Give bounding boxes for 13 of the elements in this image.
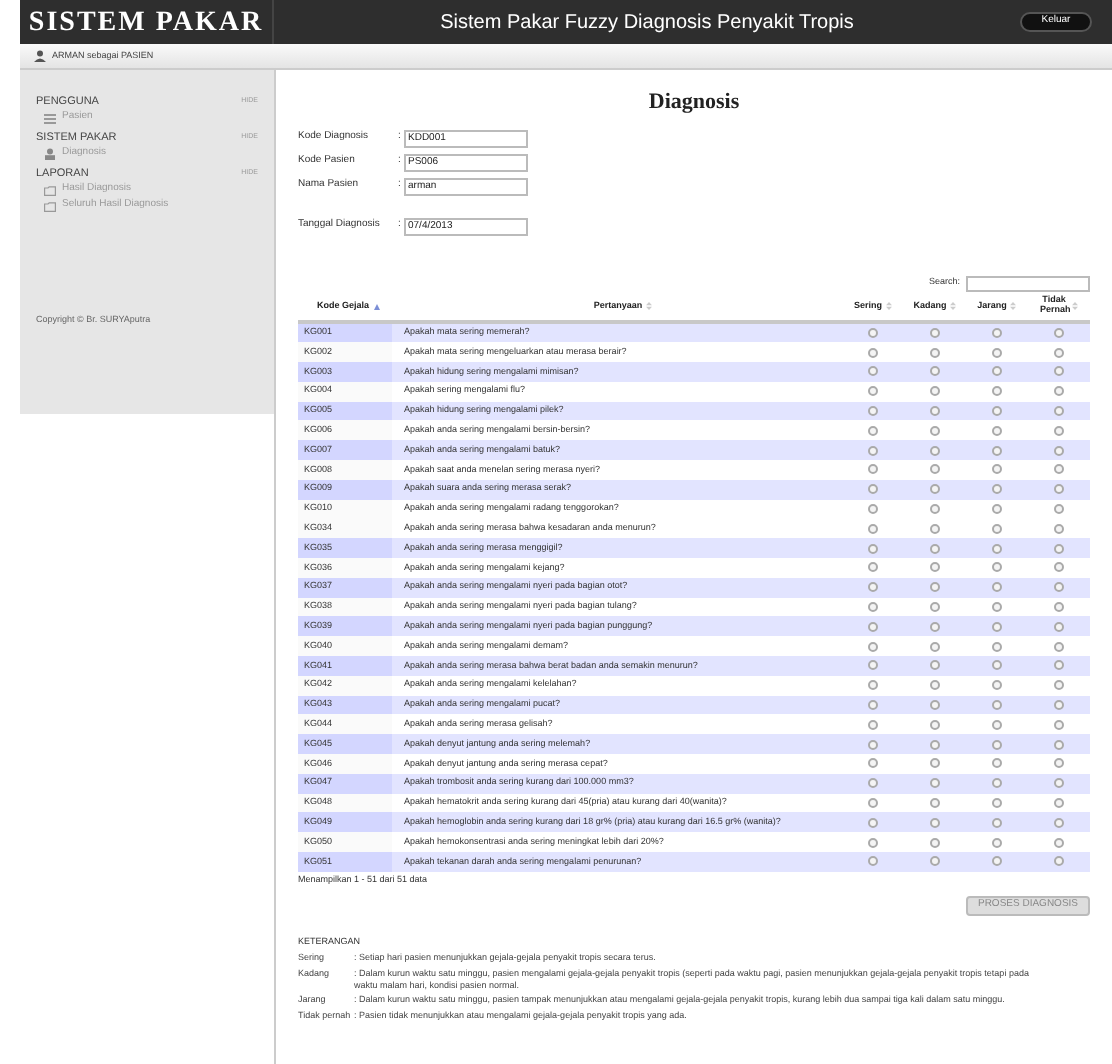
- sort-icon: [1010, 302, 1017, 310]
- sort-icon: [950, 302, 957, 310]
- app-title: Sistem Pakar Fuzzy Diagnosis Penyakit Tropis: [440, 9, 854, 37]
- user-icon: [34, 50, 46, 62]
- sort-icon: [1072, 302, 1078, 310]
- sort-icon: [886, 302, 892, 310]
- sort-icon: [646, 302, 653, 310]
- list-icon: [44, 113, 56, 123]
- page-title: Diagnosis: [648, 88, 740, 118]
- search-field[interactable]: [966, 275, 1090, 291]
- user-icon: [44, 148, 56, 160]
- sort-ascending-icon: [373, 303, 379, 309]
- logo-text: SISTEM PAKAR: [28, 5, 264, 41]
